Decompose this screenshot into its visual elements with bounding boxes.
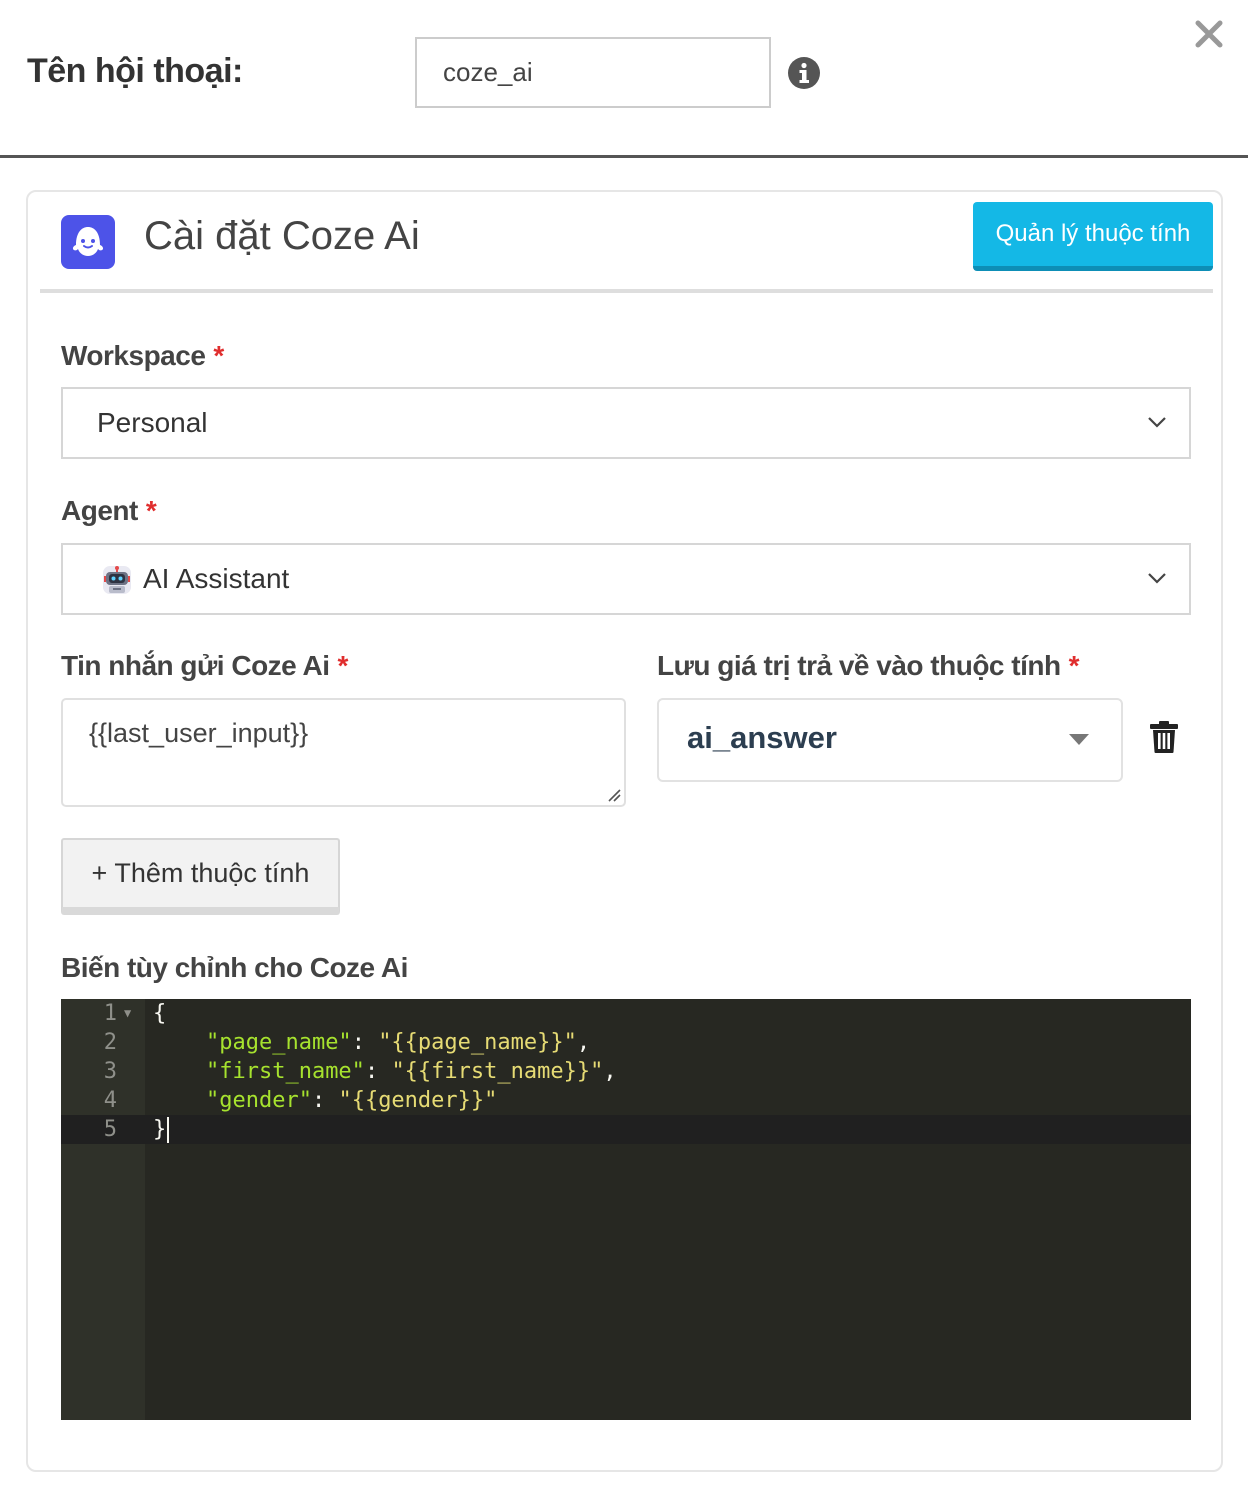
json-value: "{{gender}}" [338,1088,498,1113]
info-icon[interactable] [787,56,821,90]
workspace-label-text: Workspace [61,340,206,371]
code-line-active: 5 } [61,1115,1191,1144]
code-line: 3 "first_name": "{{first_name}}", [61,1057,1191,1086]
line-number: 5 [103,1117,117,1142]
json-separator: : [311,1088,339,1113]
custom-vars-label: Biến tùy chỉnh cho Coze Ai [61,952,408,983]
fold-arrow-icon[interactable]: ▼ [124,999,131,1028]
required-marker: * [213,340,224,371]
code-line: 1 ▼ { [61,999,1191,1028]
json-separator: : [364,1059,392,1084]
conversation-name-input[interactable] [415,37,771,108]
chevron-down-icon [1148,573,1166,584]
text-cursor [167,1117,170,1143]
workspace-label: Workspace * [61,340,224,372]
agent-label-text: Agent [61,495,138,526]
message-textarea-value: {{last_user_input}} [89,718,309,748]
save-attribute-select-value: ai_answer [687,720,837,755]
chevron-down-icon [1148,417,1166,428]
conversation-name-label: Tên hội thoại: [27,52,243,90]
code-line: 4 "gender": "{{gender}}" [61,1086,1191,1115]
save-attribute-select[interactable]: ai_answer [657,698,1123,782]
json-close-brace: } [153,1117,167,1142]
json-comma: , [603,1059,617,1084]
code-text: "gender": "{{gender}}" [153,1086,497,1115]
json-value: "{{page_name}}" [378,1030,577,1055]
message-label: Tin nhắn gửi Coze Ai * [61,650,348,682]
json-key: "gender" [205,1088,312,1113]
resize-handle-icon[interactable] [604,785,622,803]
json-key: "page_name" [205,1030,352,1055]
code-text: "page_name": "{{page_name}}", [153,1028,590,1057]
line-number: 3 [103,1059,117,1084]
custom-vars-code-editor[interactable]: 1 ▼ { 2 "page_name": "{{page_name}}", 3 … [61,999,1191,1420]
line-number: 4 [103,1088,117,1113]
coze-logo-icon [61,215,115,269]
card-title: Cài đặt Coze Ai [144,214,420,258]
required-marker: * [337,650,349,681]
required-marker: * [1068,650,1080,681]
code-text: } [153,1115,170,1144]
json-value: "{{first_name}}" [391,1059,604,1084]
dialog-header: Tên hội thoại: [0,0,1248,158]
required-marker: * [145,495,157,526]
code-line: 2 "page_name": "{{page_name}}", [61,1028,1191,1057]
message-label-text: Tin nhắn gửi Coze Ai [61,650,330,681]
message-textarea[interactable]: {{last_user_input}} [61,698,626,807]
code-text: "first_name": "{{first_name}}", [153,1057,617,1086]
workspace-select[interactable]: Personal [61,387,1191,459]
agent-label: Agent * [61,495,157,527]
line-number: 1 [103,1001,117,1026]
close-icon[interactable] [1193,18,1225,50]
agent-select[interactable]: AI Assistant [61,543,1191,615]
agent-select-value: AI Assistant [143,563,290,594]
caret-down-icon [1069,734,1089,745]
coze-settings-card: Cài đặt Coze Ai Quản lý thuộc tính Works… [26,190,1223,1472]
manage-attributes-button[interactable]: Quản lý thuộc tính [973,202,1213,271]
workspace-select-value: Personal [97,407,208,438]
robot-avatar-icon [103,566,131,594]
json-separator: : [351,1030,379,1055]
code-text: { [153,1001,167,1026]
json-key: "first_name" [205,1059,365,1084]
save-attribute-label-text: Lưu giá trị trả về vào thuộc tính [657,650,1061,681]
trash-icon[interactable] [1149,720,1179,754]
card-header: Cài đặt Coze Ai Quản lý thuộc tính [40,192,1213,293]
add-attribute-button[interactable]: + Thêm thuộc tính [61,838,340,915]
save-attribute-label: Lưu giá trị trả về vào thuộc tính * [657,650,1080,682]
json-comma: , [576,1030,591,1055]
line-number: 2 [103,1030,117,1055]
